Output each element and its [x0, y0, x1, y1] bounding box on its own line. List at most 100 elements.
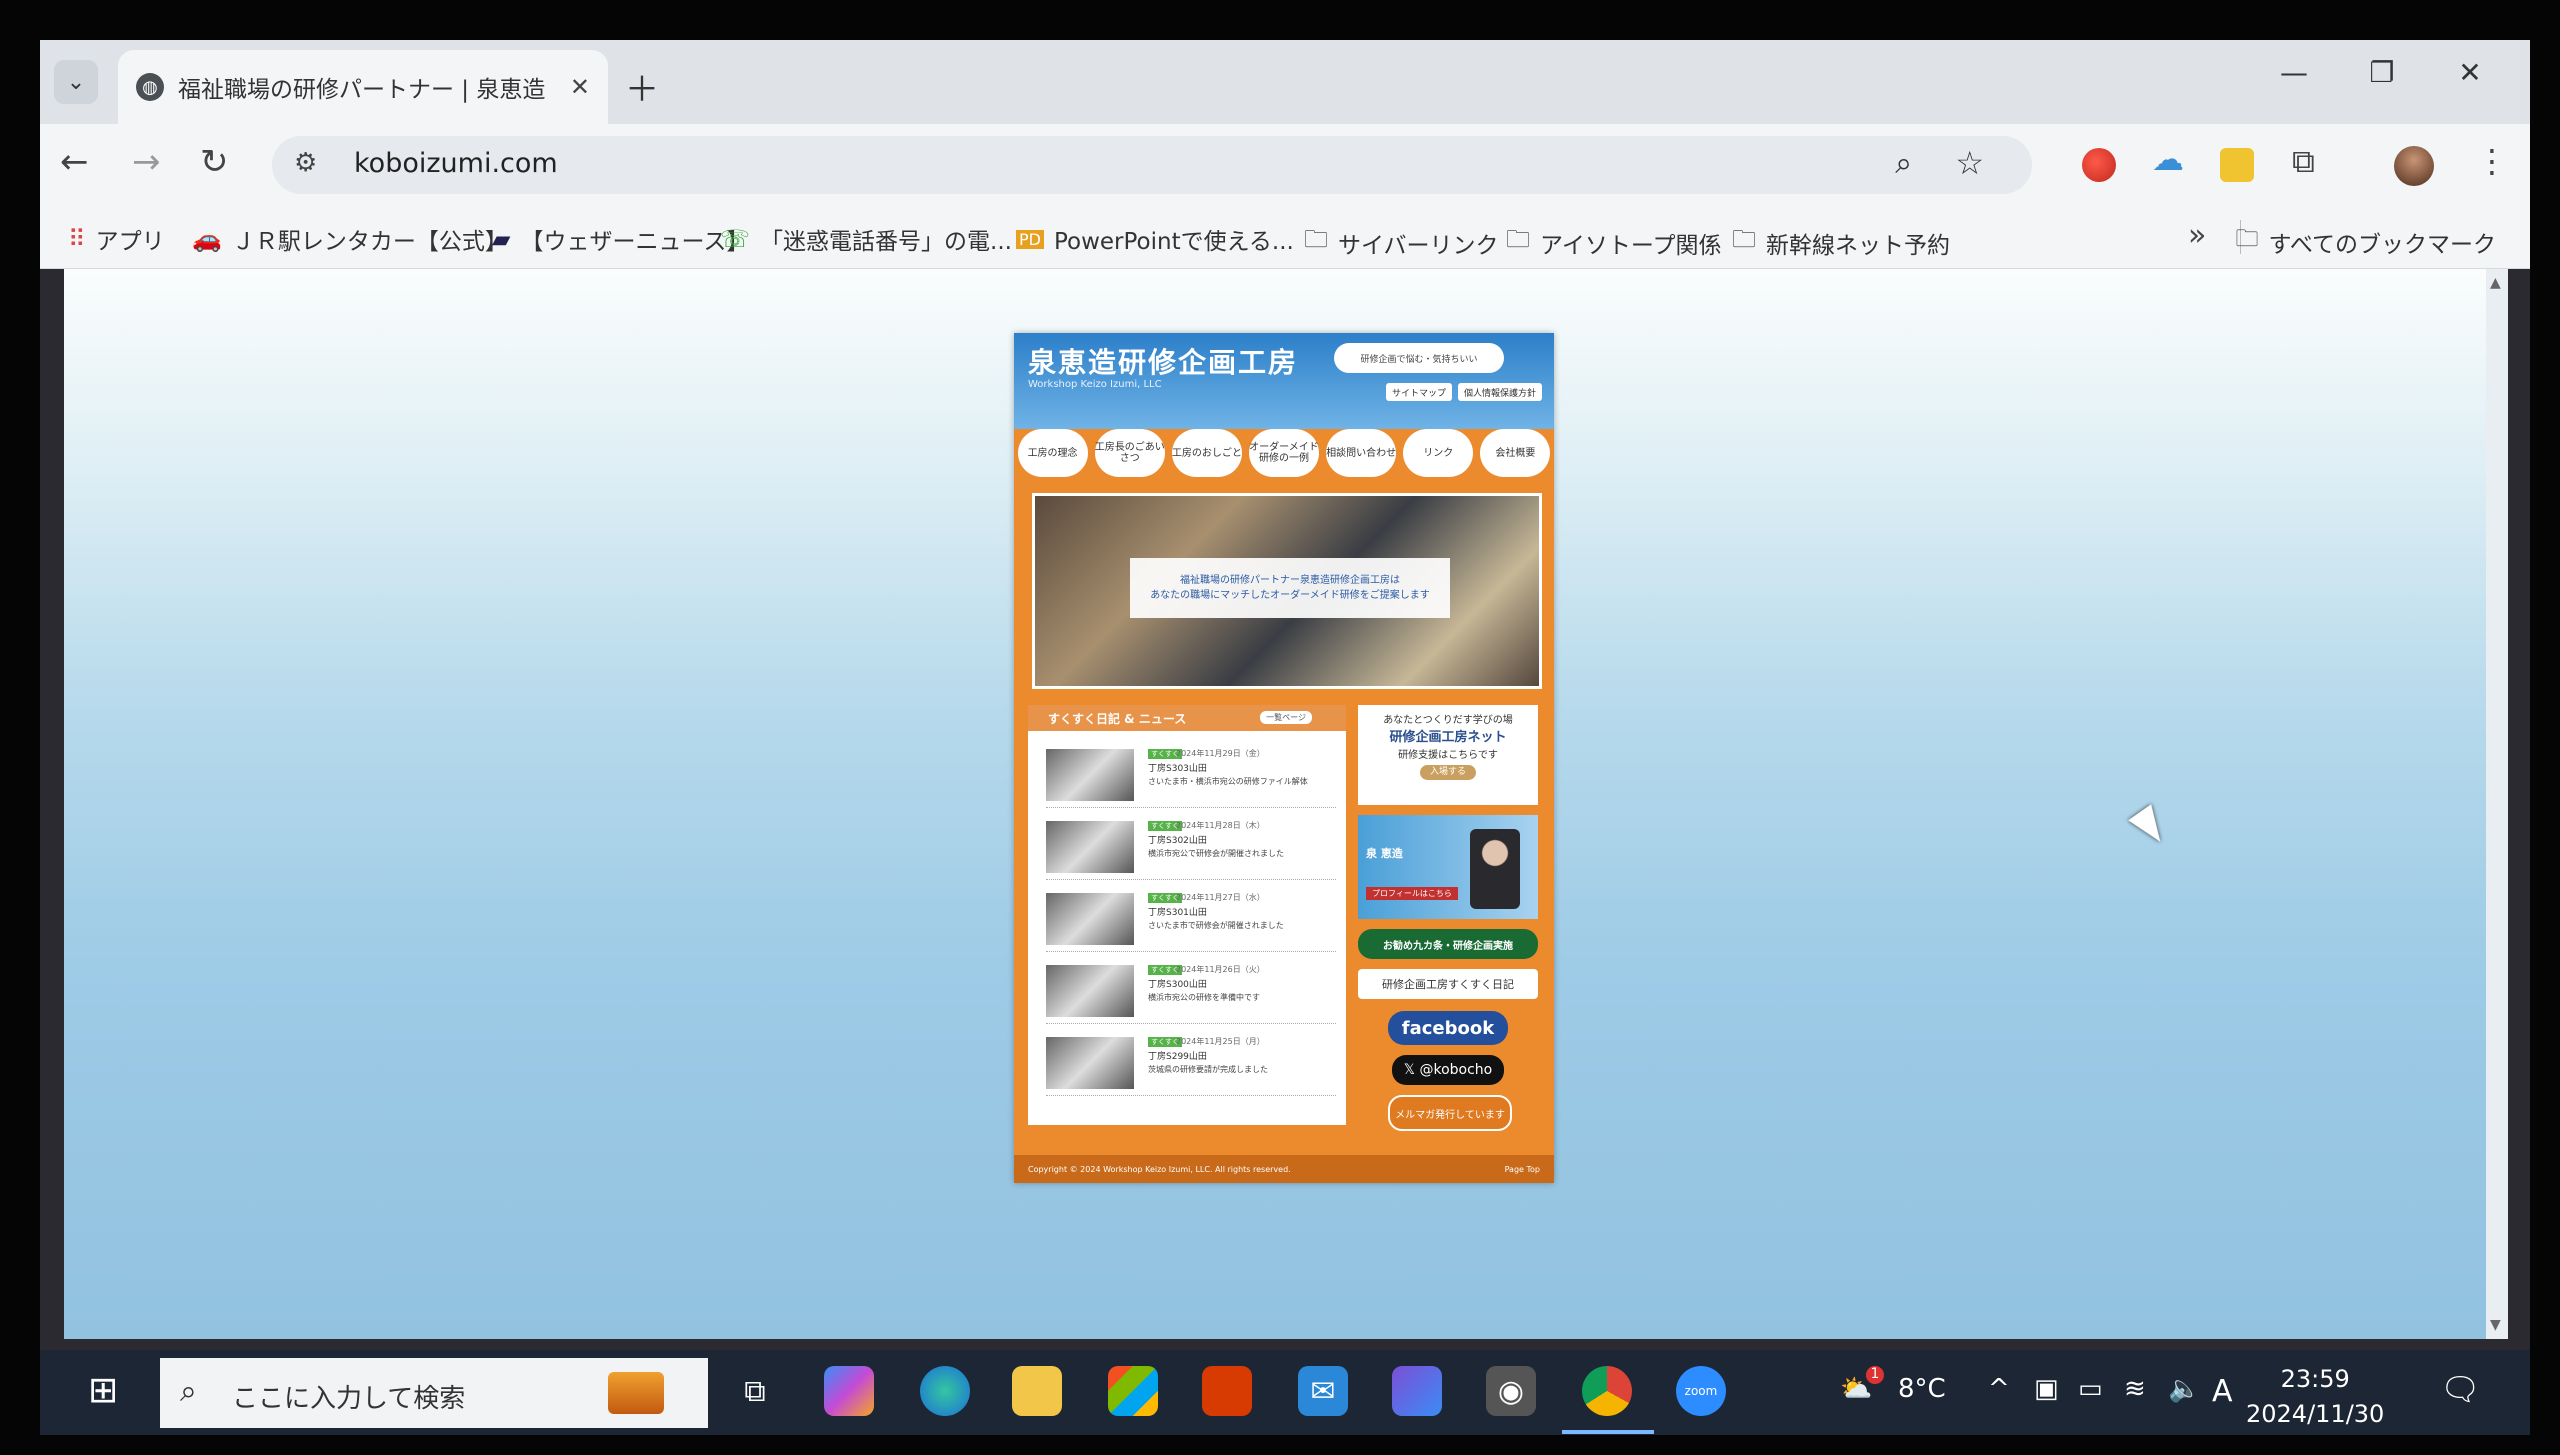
bookmark-weathernews[interactable]: ▰ 【ウェザーニュース】: [492, 222, 749, 256]
mailmag-button[interactable]: メルマガ発行しています: [1388, 1095, 1512, 1131]
scroll-up-icon[interactable]: ▲: [2490, 275, 2501, 291]
site-title[interactable]: 泉恵造研修企画工房: [1028, 341, 1298, 381]
app-icon[interactable]: [1392, 1366, 1442, 1416]
extensions-puzzle-icon[interactable]: ⧉: [2292, 142, 2326, 180]
wifi-icon[interactable]: ≋: [2124, 1374, 2146, 1404]
facebook-button[interactable]: facebook: [1388, 1011, 1508, 1045]
training-banner[interactable]: お勧め九カ条・研修企画実施: [1358, 929, 1538, 959]
bookmark-star-icon[interactable]: ☆: [1955, 144, 1984, 182]
tab-active[interactable]: ◍ 福祉職場の研修パートナー | 泉恵造 ✕: [118, 50, 608, 124]
clock[interactable]: 23:59 2024/11/30: [2246, 1362, 2384, 1432]
extension-cloud-icon[interactable]: ☁: [2152, 140, 2186, 178]
nav-company[interactable]: 会社概要: [1480, 429, 1551, 477]
back-icon[interactable]: ←: [60, 142, 89, 182]
folder-icon: 🗀: [2235, 226, 2259, 252]
bookmark-jr-rentacar[interactable]: 🚗 ＪＲ駅レンタカー【公式】: [192, 222, 508, 256]
volume-icon[interactable]: 🔈: [2168, 1374, 2200, 1404]
chevron-down-icon: ⌄: [66, 69, 86, 95]
bookmark-powerpoint[interactable]: PD PowerPointで使える...: [1016, 222, 1294, 256]
nav-links[interactable]: リンク: [1403, 429, 1474, 477]
nav-work[interactable]: 工房のおしごと: [1171, 429, 1242, 477]
sitemap-link[interactable]: サイトマップ: [1386, 383, 1453, 401]
news-item[interactable]: すくすく 2024年11月25日（月） 丁房S299山田 茨城県の研修要請が完成…: [1046, 1033, 1336, 1096]
bookmark-cyberlink[interactable]: 🗀 サイバーリンク: [1304, 222, 1499, 263]
copilot-icon[interactable]: [824, 1366, 874, 1416]
tab-search-dropdown[interactable]: ⌄: [54, 60, 98, 104]
nav-philosophy[interactable]: 工房の理念: [1017, 429, 1088, 477]
scroll-down-icon[interactable]: ▼: [2490, 1317, 2501, 1333]
tab-close-icon[interactable]: ✕: [570, 73, 590, 101]
camera-icon[interactable]: ◉: [1486, 1366, 1536, 1416]
browser-menu-icon[interactable]: ⋮: [2476, 142, 2508, 180]
news-thumbnail[interactable]: [1046, 821, 1134, 873]
bookmark-apps[interactable]: ⠿ アプリ: [68, 222, 165, 256]
chrome-icon[interactable]: [1582, 1366, 1632, 1416]
edge-icon[interactable]: [920, 1366, 970, 1416]
weather-temp[interactable]: 8°C: [1898, 1374, 1946, 1404]
extension-yellow-icon[interactable]: [2220, 148, 2254, 182]
bookmark-isotope[interactable]: 🗀 アイソトープ関係: [1506, 222, 1721, 263]
news-more-link[interactable]: 一覧ページ: [1260, 711, 1312, 724]
page-viewport[interactable]: 泉恵造研修企画工房 Workshop Keizo Izumi, LLC 研修企画…: [64, 269, 2508, 1339]
task-view-icon[interactable]: ⧉: [730, 1366, 780, 1416]
office-icon[interactable]: [1202, 1366, 1252, 1416]
mail-icon[interactable]: ✉: [1298, 1366, 1348, 1416]
nav-greeting[interactable]: 工房長のごあいさつ: [1094, 429, 1165, 477]
page-top-link[interactable]: Page Top: [1505, 1165, 1540, 1174]
site-subtitle: Workshop Keizo Izumi, LLC: [1028, 379, 1162, 390]
notification-icon[interactable]: 🗨: [2440, 1370, 2481, 1408]
diary-banner[interactable]: 研修企画工房すくすく日記: [1358, 969, 1538, 999]
close-window-icon[interactable]: ✕: [2450, 56, 2490, 89]
clock-date: 2024/11/30: [2246, 1399, 2385, 1428]
nav-contact[interactable]: 相談問い合わせ: [1326, 429, 1397, 477]
profile-button[interactable]: プロフィールはこちら: [1366, 887, 1458, 900]
news-thumbnail[interactable]: [1046, 1037, 1134, 1089]
battery-icon[interactable]: ▭: [2078, 1374, 2103, 1404]
url-text[interactable]: koboizumi.com: [354, 148, 558, 179]
website: 泉恵造研修企画工房 Workshop Keizo Izumi, LLC 研修企画…: [1014, 333, 1554, 1183]
briefcase-icon[interactable]: [608, 1372, 664, 1414]
news-item[interactable]: すくすく 2024年11月28日（木） 丁房S302山田 横浜市宛公で研修会が開…: [1046, 817, 1336, 880]
windows-start-icon[interactable]: ⊞: [88, 1370, 118, 1411]
folder-icon: 🗀: [1506, 225, 1530, 253]
bookmark-phone[interactable]: ☏ 「迷惑電話番号」の電...: [720, 222, 1012, 256]
minimize-icon[interactable]: —: [2274, 56, 2314, 89]
news-thumbnail[interactable]: [1046, 893, 1134, 945]
join-button[interactable]: 入場する: [1419, 764, 1476, 780]
news-thumbnail[interactable]: [1046, 965, 1134, 1017]
nav-ordermade[interactable]: オーダーメイド研修の一例: [1248, 429, 1319, 477]
site-settings-icon[interactable]: ⚙: [294, 148, 317, 178]
forward-icon[interactable]: →: [132, 142, 161, 182]
news-item[interactable]: すくすく 2024年11月26日（火） 丁房S300山田 横浜市宛公の研修を準備…: [1046, 961, 1336, 1024]
news-item[interactable]: すくすく 2024年11月29日（金） 丁房S303山田 さいたま市・横浜市宛公…: [1046, 745, 1336, 808]
file-explorer-icon[interactable]: [1012, 1366, 1062, 1416]
extension-red-icon[interactable]: [2082, 148, 2116, 182]
news-thumbnail[interactable]: [1046, 749, 1134, 801]
store-icon[interactable]: [1108, 1366, 1158, 1416]
hero-image: 福祉職場の研修パートナー泉恵造研修企画工房は あなたの職場にマッチしたオーダーメ…: [1032, 493, 1542, 689]
kobo-net-banner[interactable]: あなたとつくりだす学びの場 研修企画工房ネット 研修支援はこちらです 入場する: [1358, 705, 1538, 805]
profile-avatar[interactable]: [2394, 146, 2434, 186]
privacy-link[interactable]: 個人情報保護方針: [1458, 383, 1543, 401]
ime-indicator[interactable]: A: [2212, 1374, 2233, 1409]
vertical-scrollbar[interactable]: ▲ ▼: [2486, 269, 2508, 1339]
new-tab-button[interactable]: ＋: [625, 62, 659, 111]
address-bar[interactable]: ⚙ koboizumi.com ⌕ ☆: [272, 136, 2032, 194]
bookmarks-bar: ⠿ アプリ 🚗 ＪＲ駅レンタカー【公式】 ▰ 【ウェザーニュース】 ☏ 「迷惑電話番号」…: [40, 206, 2530, 269]
taskbar: ⊞ ⌕ ここに入力して検索 ⧉ ✉ ◉ zoom ⛅ 1 8°C ^ ▣ ▭ ≋…: [40, 1350, 2530, 1435]
more-bookmarks-icon[interactable]: »: [2188, 218, 2206, 253]
bookmark-shinkansen[interactable]: 🗀 新幹線ネット予約: [1732, 222, 1950, 263]
meet-icon[interactable]: ▣: [2034, 1374, 2059, 1404]
apps-grid-icon: ⠿: [68, 225, 86, 253]
reload-icon[interactable]: ↻: [200, 142, 229, 182]
zoom-app-icon[interactable]: zoom: [1676, 1366, 1726, 1416]
zoom-icon[interactable]: ⌕: [1895, 146, 1912, 181]
all-bookmarks[interactable]: 🗀 すべてのブックマーク: [2236, 222, 2496, 261]
restore-icon[interactable]: ❐: [2362, 56, 2402, 89]
tray-chevron-up-icon[interactable]: ^: [1988, 1374, 2010, 1404]
pd-icon: PD: [1016, 229, 1044, 249]
profile-banner[interactable]: 泉 恵造 プロフィールはこちら: [1358, 815, 1538, 919]
taskbar-search[interactable]: ⌕ ここに入力して検索: [160, 1358, 708, 1428]
x-button[interactable]: 𝕏 @kobocho: [1392, 1055, 1504, 1085]
news-item[interactable]: すくすく 2024年11月27日（水） 丁房S301山田 さいたま市で研修会が開…: [1046, 889, 1336, 952]
